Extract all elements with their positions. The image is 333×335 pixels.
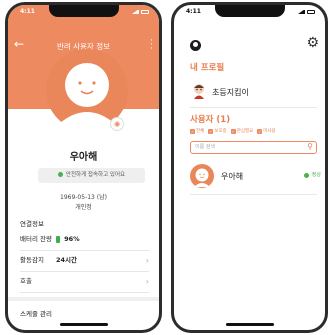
face-icon	[194, 168, 210, 187]
phone-right: 4:11 ⚙ 내 프로필 초등지킴이 사용자 (1) ✓ 전체 ✓ 보호중 ✓ 관심필…	[171, 2, 328, 333]
status-time: 4:11	[20, 8, 35, 15]
checkbox-icon: ✓	[230, 128, 236, 134]
status-bar: 4:11	[8, 8, 159, 18]
activity-value: 24시간	[56, 256, 78, 264]
status-dot-icon	[57, 172, 63, 177]
call-row[interactable]: 호출 ›	[20, 275, 149, 293]
divider	[190, 194, 317, 195]
battery-label: 배터리 잔량	[20, 235, 52, 243]
home-indicator	[59, 323, 108, 326]
home-indicator	[225, 323, 274, 326]
users-heading: 사용자 (1)	[190, 115, 231, 125]
chip-protect[interactable]: ✓ 보호중	[208, 128, 227, 134]
activity-label: 활동감지	[20, 256, 44, 264]
camera-button[interactable]: ◉	[110, 117, 124, 131]
birth-sub: 개인정	[75, 204, 92, 211]
checkbox-icon: ✓	[257, 128, 263, 134]
status-time: 4:11	[186, 8, 201, 15]
profile-avatar-icon	[194, 84, 204, 99]
battery-value: 96%	[64, 235, 80, 243]
chevron-right-icon: ›	[145, 277, 149, 286]
battery-icon	[141, 9, 149, 14]
search-input[interactable]: 이름 검색 ⚲	[190, 141, 317, 154]
user-avatar[interactable]	[190, 164, 214, 188]
chip-all[interactable]: ✓ 전체	[190, 128, 204, 134]
user-row-status: 정상	[311, 172, 321, 178]
search-icon[interactable]: ⚲	[307, 141, 313, 152]
chevron-right-icon: ›	[145, 256, 149, 265]
section-info-title: 연결정보	[20, 220, 44, 228]
status-bar: 4:11	[174, 8, 325, 18]
chip-unused[interactable]: ✓ 미사용	[257, 128, 276, 134]
checkbox-icon: ✓	[208, 128, 214, 134]
status-badge: 안전하게 접속하고 있어요	[38, 168, 145, 183]
signal-icon	[298, 9, 305, 14]
my-name: 초등지킴이	[212, 88, 249, 97]
battery-icon	[307, 9, 315, 14]
user-row-name[interactable]: 우아해	[221, 171, 243, 182]
phone-left: 4:11 ← 반려 사용자 정보 · · · ◉ 우아해 안전하게 접속하고 있어요…	[5, 2, 162, 333]
call-label: 호출	[20, 277, 32, 285]
status-dot-icon	[304, 173, 309, 178]
more-button[interactable]: · · ·	[150, 37, 154, 54]
user-name: 우아해	[69, 152, 98, 163]
divider	[190, 107, 317, 108]
checkbox-icon: ✓	[190, 128, 195, 134]
birth-date: 1969-05-13 (남)	[60, 194, 107, 201]
filter-chips: ✓ 전체 ✓ 보호중 ✓ 관심필요 ✓ 미사용	[190, 128, 320, 134]
chip-attention[interactable]: ✓ 관심필요	[230, 128, 253, 134]
my-profile-heading: 내 프로필	[190, 63, 225, 73]
gear-icon[interactable]: ⚙	[306, 35, 319, 51]
user-circle-icon[interactable]	[190, 40, 201, 51]
battery-row: 배터리 잔량 96%	[20, 233, 149, 251]
status-text: 안전하게 접속하고 있어요	[65, 172, 126, 178]
activity-row[interactable]: 활동감지 24시간 ›	[20, 254, 149, 272]
battery-level-icon	[56, 235, 61, 243]
signal-icon	[132, 9, 139, 14]
divider	[8, 297, 159, 301]
section-schedule-title: 스케줄 관리	[20, 310, 52, 318]
